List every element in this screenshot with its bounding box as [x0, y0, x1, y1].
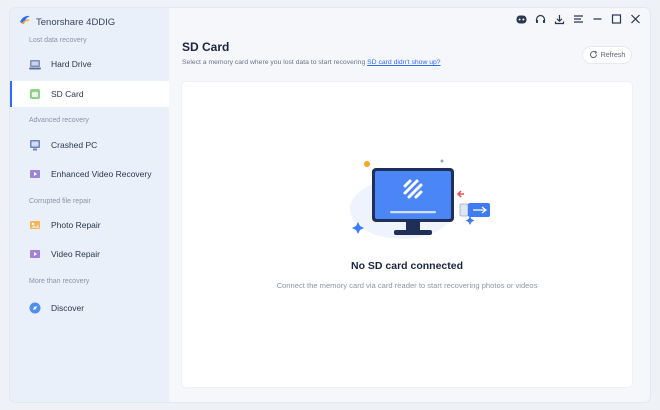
section-lost-data: Lost data recovery	[29, 37, 87, 44]
sidebar-item-label: Discover	[51, 303, 85, 313]
close-icon[interactable]	[626, 11, 644, 27]
sidebar-item-label: SD Card	[51, 89, 84, 99]
sd-card-icon	[28, 87, 42, 101]
page-title: SD Card	[182, 40, 230, 54]
sd-card-list-panel: No SD card connected Connect the memory …	[182, 82, 632, 387]
sidebar: Tenorshare 4DDIG Lost data recovery Hard…	[10, 8, 169, 402]
video-recovery-icon	[28, 167, 42, 181]
app-title: Tenorshare 4DDIG	[36, 16, 116, 28]
section-more: More than recovery	[29, 278, 90, 285]
sidebar-item-sd-card[interactable]: SD Card	[10, 81, 169, 107]
sidebar-item-crashed-pc[interactable]: Crashed PC	[10, 132, 169, 158]
sidebar-item-label: Enhanced Video Recovery	[51, 169, 152, 179]
empty-state-title: No SD card connected	[350, 260, 464, 272]
sd-card-help-link[interactable]: SD card didn't show up?	[367, 59, 440, 66]
no-device-illustration	[342, 154, 492, 249]
hard-drive-icon	[28, 57, 42, 71]
maximize-icon[interactable]	[607, 11, 625, 27]
subtitle-text: Select a memory card where you lost data…	[182, 59, 366, 66]
sidebar-item-label: Video Repair	[51, 249, 100, 259]
crashed-pc-icon	[28, 138, 42, 152]
video-repair-icon	[28, 247, 42, 261]
page-subtitle: Select a memory card where you lost data…	[182, 59, 441, 66]
sidebar-item-video-repair[interactable]: Video Repair	[10, 241, 169, 267]
sidebar-item-label: Hard Drive	[51, 59, 92, 69]
download-icon[interactable]	[550, 11, 568, 27]
headset-icon[interactable]	[531, 11, 549, 27]
refresh-label: Refresh	[600, 51, 626, 59]
menu-icon[interactable]	[569, 11, 587, 27]
refresh-button[interactable]: Refresh	[583, 47, 631, 63]
app-logo-icon	[18, 13, 32, 32]
sidebar-item-discover[interactable]: Discover	[10, 295, 169, 321]
brand: Tenorshare 4DDIG	[18, 14, 115, 30]
minimize-icon[interactable]	[588, 11, 606, 27]
titlebar-controls	[511, 11, 644, 27]
discord-icon[interactable]	[512, 11, 530, 27]
section-repair: Corrupted file repair	[29, 198, 91, 205]
app-window: Tenorshare 4DDIG Lost data recovery Hard…	[10, 8, 650, 402]
empty-state-description: Connect the memory card via card reader …	[276, 281, 538, 290]
sidebar-item-enhanced-video-recovery[interactable]: Enhanced Video Recovery	[10, 161, 169, 187]
section-advanced: Advanced recovery	[29, 117, 89, 124]
discover-icon	[28, 301, 42, 315]
sidebar-item-photo-repair[interactable]: Photo Repair	[10, 212, 169, 238]
photo-repair-icon	[28, 218, 42, 232]
main-panel: SD Card Select a memory card where you l…	[169, 8, 650, 402]
refresh-icon	[589, 50, 598, 61]
sidebar-item-hard-drive[interactable]: Hard Drive	[10, 51, 169, 77]
monitor-usb-illustration-icon	[350, 159, 490, 239]
sidebar-item-label: Photo Repair	[51, 220, 101, 230]
sidebar-item-label: Crashed PC	[51, 140, 98, 150]
